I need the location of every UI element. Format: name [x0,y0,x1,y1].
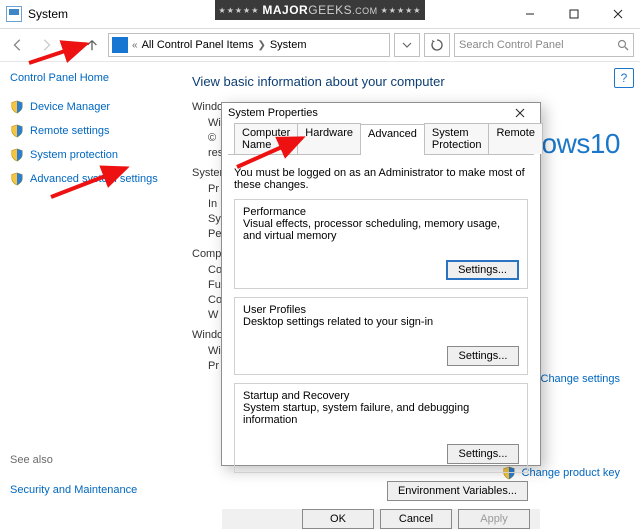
breadcrumb[interactable]: « All Control Panel Items ❯ System [108,33,390,57]
tab-system-protection[interactable]: System Protection [424,123,490,154]
watermark: ★★★★★ MAJORGEEKS.COM ★★★★★ [215,0,425,20]
sidebar-link-system-protection[interactable]: System protection [10,148,168,162]
group-performance-desc: Visual effects, processor scheduling, me… [243,218,519,242]
sidebar-item-label: Security and Maintenance [10,484,137,496]
monitor-icon [112,37,128,53]
group-performance-label: Performance [243,206,306,218]
breadcrumb-item-1[interactable]: All Control Panel Items [142,39,254,51]
group-userprofiles-desc: Desktop settings related to your sign-in [243,316,519,328]
dialog-close-button[interactable] [506,103,534,123]
shield-icon [10,124,24,138]
control-panel-home-link[interactable]: Control Panel Home [10,72,168,84]
minimize-button[interactable] [508,0,552,28]
sidebar-link-remote-settings[interactable]: Remote settings [10,124,168,138]
search-placeholder: Search Control Panel [459,39,613,51]
tab-remote[interactable]: Remote [488,123,543,154]
settings-button-performance[interactable]: Settings... [446,260,519,280]
dialog-title: System Properties [228,107,318,119]
help-button[interactable]: ? [614,68,634,88]
system-icon [6,6,22,22]
settings-button-userprofiles[interactable]: Settings... [447,346,519,366]
tab-hardware[interactable]: Hardware [297,123,361,154]
shield-icon [10,100,24,114]
sidebar-link-advanced-system-settings[interactable]: Advanced system settings [10,172,168,186]
sidebar-item-label: System protection [30,149,118,161]
back-button[interactable] [6,33,30,57]
sidebar-link-device-manager[interactable]: Device Manager [10,100,168,114]
up-button[interactable] [80,33,104,57]
ok-button[interactable]: OK [302,509,374,529]
seealso-label: See also [10,454,168,466]
recent-button[interactable] [62,33,76,57]
sidebar-item-label: Advanced system settings [30,173,158,185]
settings-button-startup[interactable]: Settings... [447,444,519,464]
sidebar-item-label: Device Manager [30,101,110,113]
close-button[interactable] [596,0,640,28]
system-properties-dialog: System Properties Computer Name Hardware… [221,102,541,466]
page-heading: View basic information about your comput… [192,74,626,89]
tab-advanced[interactable]: Advanced [360,124,425,155]
chevron-right-icon: ❯ [255,40,267,51]
sidebar-item-label: Remote settings [30,125,109,137]
maximize-button[interactable] [552,0,596,28]
group-startup-label: Startup and Recovery [243,390,349,402]
sidebar-link-security-maintenance[interactable]: Security and Maintenance [10,484,168,496]
search-icon [617,39,629,51]
breadcrumb-dropdown[interactable] [394,33,420,57]
breadcrumb-item-2[interactable]: System [270,39,307,51]
tab-computer-name[interactable]: Computer Name [234,123,298,154]
shield-icon [10,172,24,186]
shield-icon [10,148,24,162]
environment-variables-button[interactable]: Environment Variables... [387,481,528,501]
cancel-button[interactable]: Cancel [380,509,452,529]
search-input[interactable]: Search Control Panel [454,33,634,57]
forward-button[interactable] [34,33,58,57]
dialog-info-text: You must be logged on as an Administrato… [234,167,528,191]
breadcrumb-chev0: « [130,40,140,51]
apply-button[interactable]: Apply [458,509,530,529]
group-startup-desc: System startup, system failure, and debu… [243,402,519,426]
group-userprofiles-label: User Profiles [243,304,306,316]
refresh-button[interactable] [424,33,450,57]
